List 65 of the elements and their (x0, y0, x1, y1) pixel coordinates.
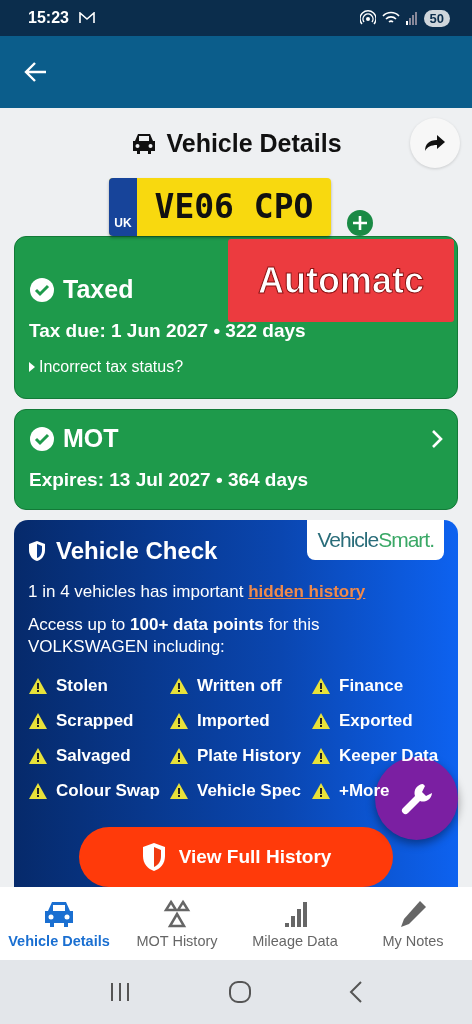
card-title: Taxed (63, 275, 134, 304)
brand-logo: VehicleSmart. (307, 520, 444, 560)
back-icon[interactable] (349, 981, 364, 1003)
warning-icon (169, 677, 189, 696)
check-circle-icon (29, 425, 55, 452)
back-arrow-icon[interactable] (24, 61, 48, 83)
card-title: MOT (63, 424, 119, 453)
check-circle-icon (29, 276, 55, 303)
caret-right-icon (29, 362, 35, 372)
access-text: Access up to 100+ data points for this VOLKSWAGEN including: (28, 614, 321, 659)
check-item: Salvaged (56, 746, 131, 767)
check-item: +More (339, 781, 390, 802)
shield-icon (140, 842, 167, 873)
add-icon[interactable] (347, 210, 373, 236)
signal-icon (405, 11, 418, 25)
page-title: Vehicle Details (166, 128, 342, 158)
country-code: UK (109, 178, 137, 236)
mail-icon (78, 12, 95, 24)
home-icon[interactable] (228, 980, 252, 1004)
warning-icon (169, 747, 189, 766)
check-item: Scrapped (56, 711, 134, 732)
overlay-label: Automatc (228, 239, 454, 322)
tax-status-link[interactable]: Incorrect tax status? (39, 358, 184, 376)
hotspot-icon (359, 10, 376, 26)
warning-icon (311, 677, 331, 696)
view-full-history-button[interactable]: View Full History (79, 827, 393, 887)
warning-icon (311, 747, 331, 766)
recent-apps-icon[interactable] (108, 982, 131, 1002)
nav-tab[interactable]: Mileage Data (236, 887, 354, 960)
chevron-right-icon (431, 428, 443, 449)
check-item: Plate History (197, 746, 301, 767)
check-item: Imported (197, 711, 270, 732)
check-item: Written off (197, 676, 282, 697)
share-button[interactable] (410, 118, 460, 168)
warning-icon (169, 782, 189, 801)
warning-icon (311, 712, 331, 731)
shield-icon (28, 540, 46, 562)
warning-icon (169, 712, 189, 731)
check-item: Finance (339, 676, 404, 697)
warning-icon (28, 747, 48, 766)
nav-tab[interactable]: Vehicle Details (0, 887, 118, 960)
status-card[interactable]: MOT Expires: 13 Jul 2027 • 364 days (14, 409, 458, 510)
pencil-icon (398, 898, 428, 929)
warning-icon (311, 782, 331, 801)
wifi-icon (381, 11, 400, 25)
warning-icon (28, 712, 48, 731)
vehicle-check-title: Vehicle Check (56, 537, 218, 565)
check-item: Stolen (56, 676, 108, 697)
triangles-icon (162, 898, 192, 929)
check-item: Colour Swap (56, 781, 160, 802)
share-arrow-icon (424, 134, 446, 152)
warning-icon (28, 677, 48, 696)
hidden-history-link[interactable]: hidden history (248, 582, 366, 601)
check-item: Vehicle Spec (197, 781, 301, 802)
warning-icon (28, 782, 48, 801)
plate-number: VE06 CPO (153, 186, 315, 228)
status-time: 15:23 (28, 9, 69, 27)
card-detail: Tax due: 1 Jun 2027 • 322 days (29, 320, 307, 342)
card-detail: Expires: 13 Jul 2027 • 364 days (29, 469, 310, 491)
nav-tab[interactable]: MOT History (118, 887, 236, 960)
nav-tab[interactable]: My Notes (354, 887, 472, 960)
check-item: Keeper Data (339, 746, 439, 767)
hidden-history-text: 1 in 4 vehicles has important hidden history (28, 582, 367, 602)
battery-indicator: 50 (423, 9, 450, 27)
check-item: Exported (339, 711, 413, 732)
